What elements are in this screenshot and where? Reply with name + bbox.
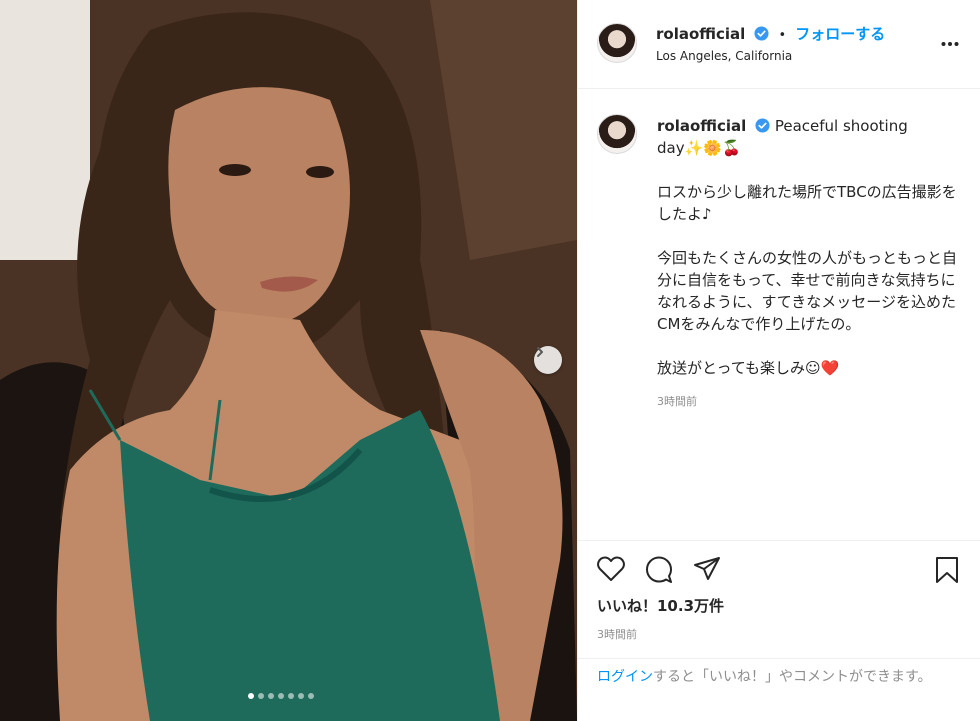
share-icon[interactable] xyxy=(693,556,721,582)
verified-icon xyxy=(754,26,769,41)
login-prompt: ログインすると「いいね！」やコメントができます。 xyxy=(578,658,980,721)
verified-icon xyxy=(755,118,770,133)
carousel-dot xyxy=(288,693,294,699)
caption-username[interactable]: rolaofficial xyxy=(657,117,746,135)
caption-timestamp: 3時間前 xyxy=(657,395,697,408)
comment-icon[interactable] xyxy=(645,556,673,584)
caption-emoji: ✨🌼🍒 xyxy=(684,139,741,157)
separator-dot: • xyxy=(778,28,787,43)
location-link[interactable]: Los Angeles, California xyxy=(656,49,792,63)
carousel-indicator xyxy=(248,693,314,699)
more-icon[interactable] xyxy=(940,34,960,54)
heart-icon[interactable] xyxy=(597,556,625,582)
carousel-dot xyxy=(258,693,264,699)
carousel-dot xyxy=(248,693,254,699)
caption-text: rolaofficial Peaceful shooting day✨🌼🍒 ロス… xyxy=(657,115,957,413)
login-prompt-text: すると「いいね！」やコメントができます。 xyxy=(653,669,932,685)
username-link[interactable]: rolaofficial xyxy=(656,25,745,43)
carousel-dot xyxy=(308,693,314,699)
caption-avatar[interactable] xyxy=(597,114,637,154)
likes-count[interactable]: いいね！10.3万件 xyxy=(597,595,724,616)
post-timestamp: 3時間前 xyxy=(597,628,637,641)
follow-button[interactable]: フォローする xyxy=(795,25,885,43)
action-bar: いいね！10.3万件 3時間前 xyxy=(578,540,980,658)
avatar[interactable] xyxy=(597,23,637,63)
carousel-dot xyxy=(298,693,304,699)
photo-illustration xyxy=(0,0,577,721)
caption-section: rolaofficial Peaceful shooting day✨🌼🍒 ロス… xyxy=(578,90,980,537)
login-link[interactable]: ログイン xyxy=(597,669,653,685)
post-photo[interactable] xyxy=(0,0,577,721)
heart-emoji: ❤️ xyxy=(820,359,840,377)
carousel-dot xyxy=(268,693,274,699)
carousel-dot xyxy=(278,693,284,699)
bookmark-icon[interactable] xyxy=(934,556,960,584)
caption-paragraph: ロスから少し離れた場所でTBCの広告撮影をしたよ♪ xyxy=(657,183,957,223)
caption-paragraph: 放送がとっても楽しみ☺ xyxy=(657,359,821,377)
caption-paragraph: 今回もたくさんの女性の人がもっともっと自分に自信をもって、幸せで前向きな気持ちに… xyxy=(657,249,958,333)
carousel-next-button[interactable] xyxy=(534,346,562,374)
post-sidebar: rolaofficial • フォローする Los Angeles, Calif… xyxy=(577,0,980,721)
chevron-right-icon xyxy=(537,347,543,357)
post-header: rolaofficial • フォローする Los Angeles, Calif… xyxy=(578,0,980,89)
